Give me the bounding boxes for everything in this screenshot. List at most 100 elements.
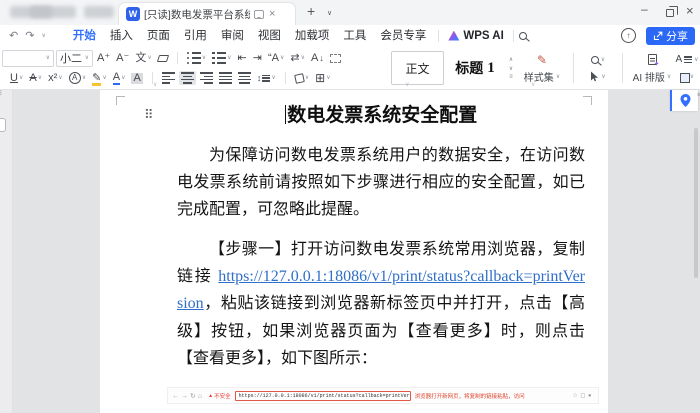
window-minimize-button[interactable]: –: [641, 2, 648, 16]
sort-button[interactable]: A↓: [309, 52, 326, 65]
more-styles-icon[interactable]: ≡: [509, 74, 513, 80]
phonetic-guide-icon: 文: [135, 53, 146, 64]
selection-pane-button[interactable]: ∨: [680, 73, 694, 81]
font-color-button[interactable]: A∨: [111, 71, 128, 86]
font-name-combobox[interactable]: ∨: [2, 50, 54, 67]
menu-addins[interactable]: 加载项: [288, 24, 337, 48]
highlight-button[interactable]: ✎∨: [90, 72, 109, 85]
tab-close-icon[interactable]: ×: [269, 8, 275, 20]
paragraph-drag-handle-icon[interactable]: ⠿: [144, 107, 154, 123]
style-group-dialog-launcher[interactable]: ∨: [531, 82, 535, 88]
document-tab[interactable]: W [只读]数电发票平台系统安全配 ×: [118, 2, 296, 25]
paragraph[interactable]: 【步骤一】打开访问数电发票系统常用浏览器，复制链接 https://127.0.…: [177, 236, 585, 372]
ai-layout-button[interactable]: AI 排版∨: [633, 69, 672, 84]
underline-icon: U: [10, 73, 18, 84]
numbered-list-button[interactable]: ∨: [210, 51, 233, 65]
find-button[interactable]: ∨: [591, 56, 605, 64]
underline-button[interactable]: U∨: [8, 72, 25, 85]
chevron-down-icon: ∨: [694, 57, 698, 63]
align-left-button[interactable]: [160, 71, 177, 85]
style-gallery-arrows[interactable]: ∧ ∨ ≡: [506, 56, 516, 80]
wps-ai-button[interactable]: WPS AI: [444, 30, 507, 42]
blurred-tab-group: [84, 6, 114, 18]
paragraph[interactable]: 为保障访问数电发票系统用户的数据安全，在访问数电发票系统前请按照如下步骤进行相应…: [177, 142, 585, 224]
not-secure-badge: ▲不安全: [208, 392, 230, 400]
strikethrough-button[interactable]: A∨: [27, 72, 44, 85]
style-set-button[interactable]: ✎ 样式集∨: [519, 51, 565, 85]
menu-reference[interactable]: 引用: [177, 24, 214, 48]
share-label: 分享: [666, 28, 688, 44]
clear-format-button[interactable]: [156, 54, 170, 63]
menu-review[interactable]: 审阅: [214, 24, 251, 48]
page-margin-mark: [116, 96, 125, 105]
line-spacing-button[interactable]: ↕∨: [255, 73, 278, 84]
char-shading-button[interactable]: A: [129, 72, 144, 85]
superscript-button[interactable]: x²∨: [46, 72, 65, 85]
chevron-down-icon: ∨: [601, 57, 605, 63]
window-close-button[interactable]: ×: [686, 3, 694, 18]
redo-icon[interactable]: ↷: [25, 29, 34, 42]
history-chevron-icon[interactable]: ∨: [41, 33, 45, 39]
vertical-scrollbar[interactable]: [694, 128, 698, 278]
browser-nav-icons: ←→↻⌂: [172, 392, 204, 400]
undo-icon[interactable]: ↶: [9, 29, 18, 42]
numbered-list-icon: [212, 52, 226, 64]
search-icon[interactable]: [519, 32, 527, 40]
text-effects-button[interactable]: A∨: [67, 71, 88, 85]
cloud-upload-icon[interactable]: ↑: [621, 28, 636, 43]
scroll-down-icon[interactable]: ∨: [509, 65, 513, 72]
divider: [285, 72, 286, 84]
text-tool-button[interactable]: A∨: [675, 54, 698, 65]
document-page[interactable]: ⠿ 数电发票系统安全配置 为保障访问数电发票系统用户的数据安全，在访问数电发票系…: [100, 90, 608, 413]
phonetic-guide-button[interactable]: 文∨: [133, 52, 153, 65]
tab-list-chevron-icon[interactable]: ∨: [327, 9, 332, 17]
reload-icon: ↻: [190, 393, 198, 400]
menu-insert[interactable]: 插入: [103, 24, 140, 48]
document-title[interactable]: 数电发票系统安全配置: [177, 100, 585, 127]
select-button[interactable]: ∨: [590, 71, 605, 82]
menu-view[interactable]: 视图: [251, 24, 288, 48]
paragraph-group-dialog-launcher[interactable]: ∨: [405, 82, 409, 88]
embedded-screenshot-figure[interactable]: ←→↻⌂ ▲不安全 https://127.0.0.1:18086/v1/pri…: [167, 387, 599, 404]
chevron-down-icon: ∨: [202, 55, 206, 61]
increase-font-button[interactable]: A⁺: [95, 52, 112, 65]
divider: [177, 52, 178, 64]
chevron-down-icon: ∨: [38, 75, 42, 81]
align-right-icon: [200, 72, 213, 84]
style-heading-1[interactable]: 标题 1: [447, 51, 503, 85]
comment-bubble-icon[interactable]: [254, 10, 264, 19]
profile-icon: ●: [588, 393, 594, 399]
text-typeset-button[interactable]: “A∨: [266, 52, 286, 65]
shading-button[interactable]: ∨: [293, 73, 311, 84]
menu-tools[interactable]: 工具: [336, 24, 373, 48]
chevron-down-icon: ∨: [82, 75, 86, 81]
bullet-list-button[interactable]: ∨: [185, 51, 208, 65]
formatting-marks-button[interactable]: [328, 53, 343, 64]
style-heading-number: 1: [487, 60, 495, 77]
locate-cursor-button[interactable]: [670, 90, 698, 111]
align-center-button[interactable]: [179, 71, 196, 85]
layers-icon: [680, 73, 688, 81]
borders-button[interactable]: ⊞∨: [313, 71, 332, 85]
distribute-button[interactable]: [236, 71, 253, 85]
align-justify-button[interactable]: [217, 71, 234, 85]
scroll-up-icon[interactable]: ∧: [509, 56, 513, 63]
menu-member[interactable]: 会员专享: [373, 24, 433, 48]
new-tab-button[interactable]: +: [307, 3, 315, 19]
ai-layout-label: AI 排版: [633, 69, 665, 84]
chevron-down-icon: ∨: [147, 55, 151, 61]
style-normal[interactable]: 正文: [391, 51, 444, 85]
window-restore-button[interactable]: [666, 9, 674, 17]
decrease-indent-button[interactable]: ⇤: [236, 52, 249, 65]
share-button[interactable]: 分享: [646, 27, 695, 45]
share-arrow-icon: [653, 31, 663, 41]
menu-page[interactable]: 页面: [140, 24, 177, 48]
ai-layout-doc-icon[interactable]: [648, 54, 657, 65]
text-direction-button[interactable]: ⇄∨: [288, 52, 307, 65]
menu-home[interactable]: 开始: [66, 24, 103, 48]
increase-indent-button[interactable]: ⇥: [251, 52, 264, 65]
decrease-font-button[interactable]: A⁻: [114, 52, 131, 65]
font-group-dialog-launcher[interactable]: ∨: [153, 82, 157, 88]
font-size-combobox[interactable]: 小二∨: [56, 50, 93, 67]
align-right-button[interactable]: [198, 71, 215, 85]
